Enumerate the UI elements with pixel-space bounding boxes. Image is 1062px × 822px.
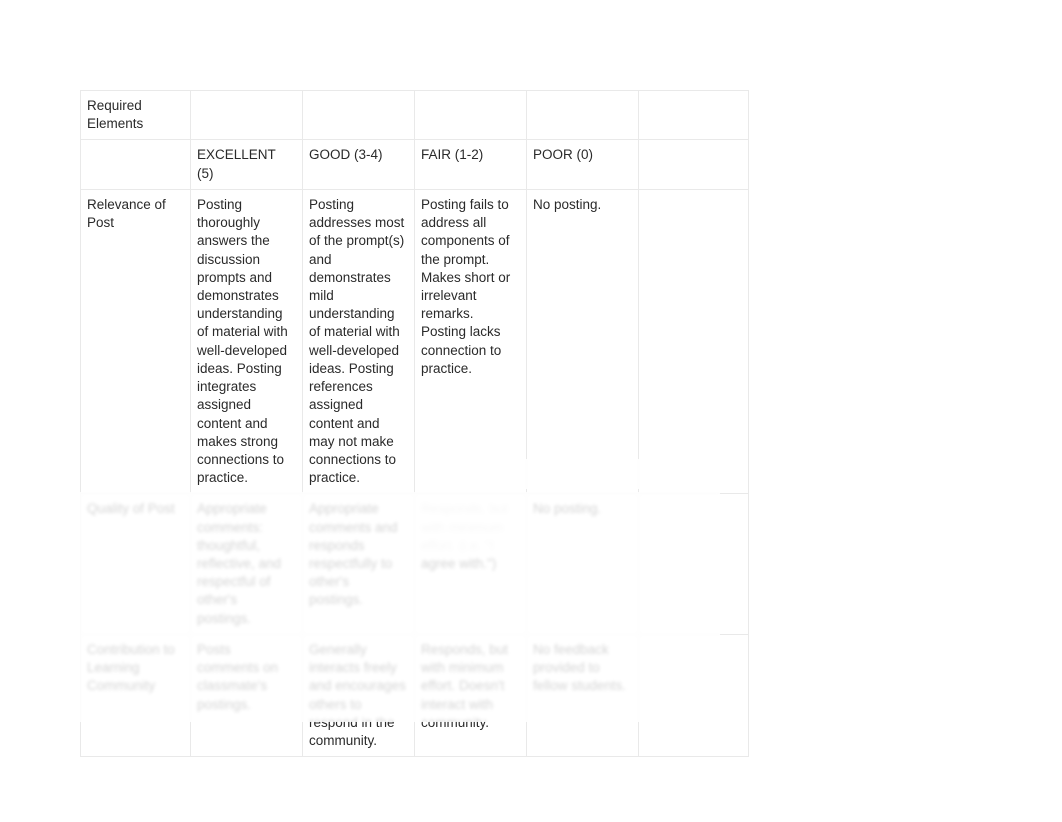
empty-cell [639,140,749,189]
cell-fair: Responds, but with minimum effort. (i.e.… [415,494,527,635]
header-row: Required Elements [81,91,749,140]
levels-row: EXCELLENT (5) GOOD (3-4) FAIR (1-2) POOR… [81,140,749,189]
cell-poor: No posting. [527,189,639,494]
cell-good: Generally interacts freely and encourage… [303,634,415,756]
empty-cell [415,91,527,140]
cell-fair: Posting fails to address all components … [415,189,527,494]
cell-good: Posting addresses most of the prompt(s) … [303,189,415,494]
cell-excellent: Posting thoroughly answers the discussio… [191,189,303,494]
criteria-label: Contribution to Learning Community [81,634,191,756]
empty-cell [81,140,191,189]
empty-cell [191,91,303,140]
rubric-row-contribution: Contribution to Learning Community Posts… [81,634,749,756]
criteria-label: Relevance of Post [81,189,191,494]
cell-poor: No feedback provided to fellow students. [527,634,639,756]
empty-cell [639,494,749,635]
level-good: GOOD (3-4) [303,140,415,189]
cell-excellent: Posts comments on classmate's postings. [191,634,303,756]
cell-poor: No posting. [527,494,639,635]
rubric-row-relevance: Relevance of Post Posting thoroughly ans… [81,189,749,494]
empty-cell [303,91,415,140]
cell-excellent: Appropriate comments: thoughtful, reflec… [191,494,303,635]
empty-cell [639,189,749,494]
rubric-table: Required Elements EXCELLENT (5) GOOD (3-… [80,90,749,757]
level-fair: FAIR (1-2) [415,140,527,189]
criteria-header: Required Elements [81,91,191,140]
cell-fair: Responds, but with minimum effort. Doesn… [415,634,527,756]
empty-cell [527,91,639,140]
empty-cell [639,634,749,756]
level-poor: POOR (0) [527,140,639,189]
level-excellent: EXCELLENT (5) [191,140,303,189]
rubric-row-quality: Quality of Post Appropriate comments: th… [81,494,749,635]
empty-cell [639,91,749,140]
criteria-label: Quality of Post [81,494,191,635]
cell-good: Appropriate comments and responds respec… [303,494,415,635]
